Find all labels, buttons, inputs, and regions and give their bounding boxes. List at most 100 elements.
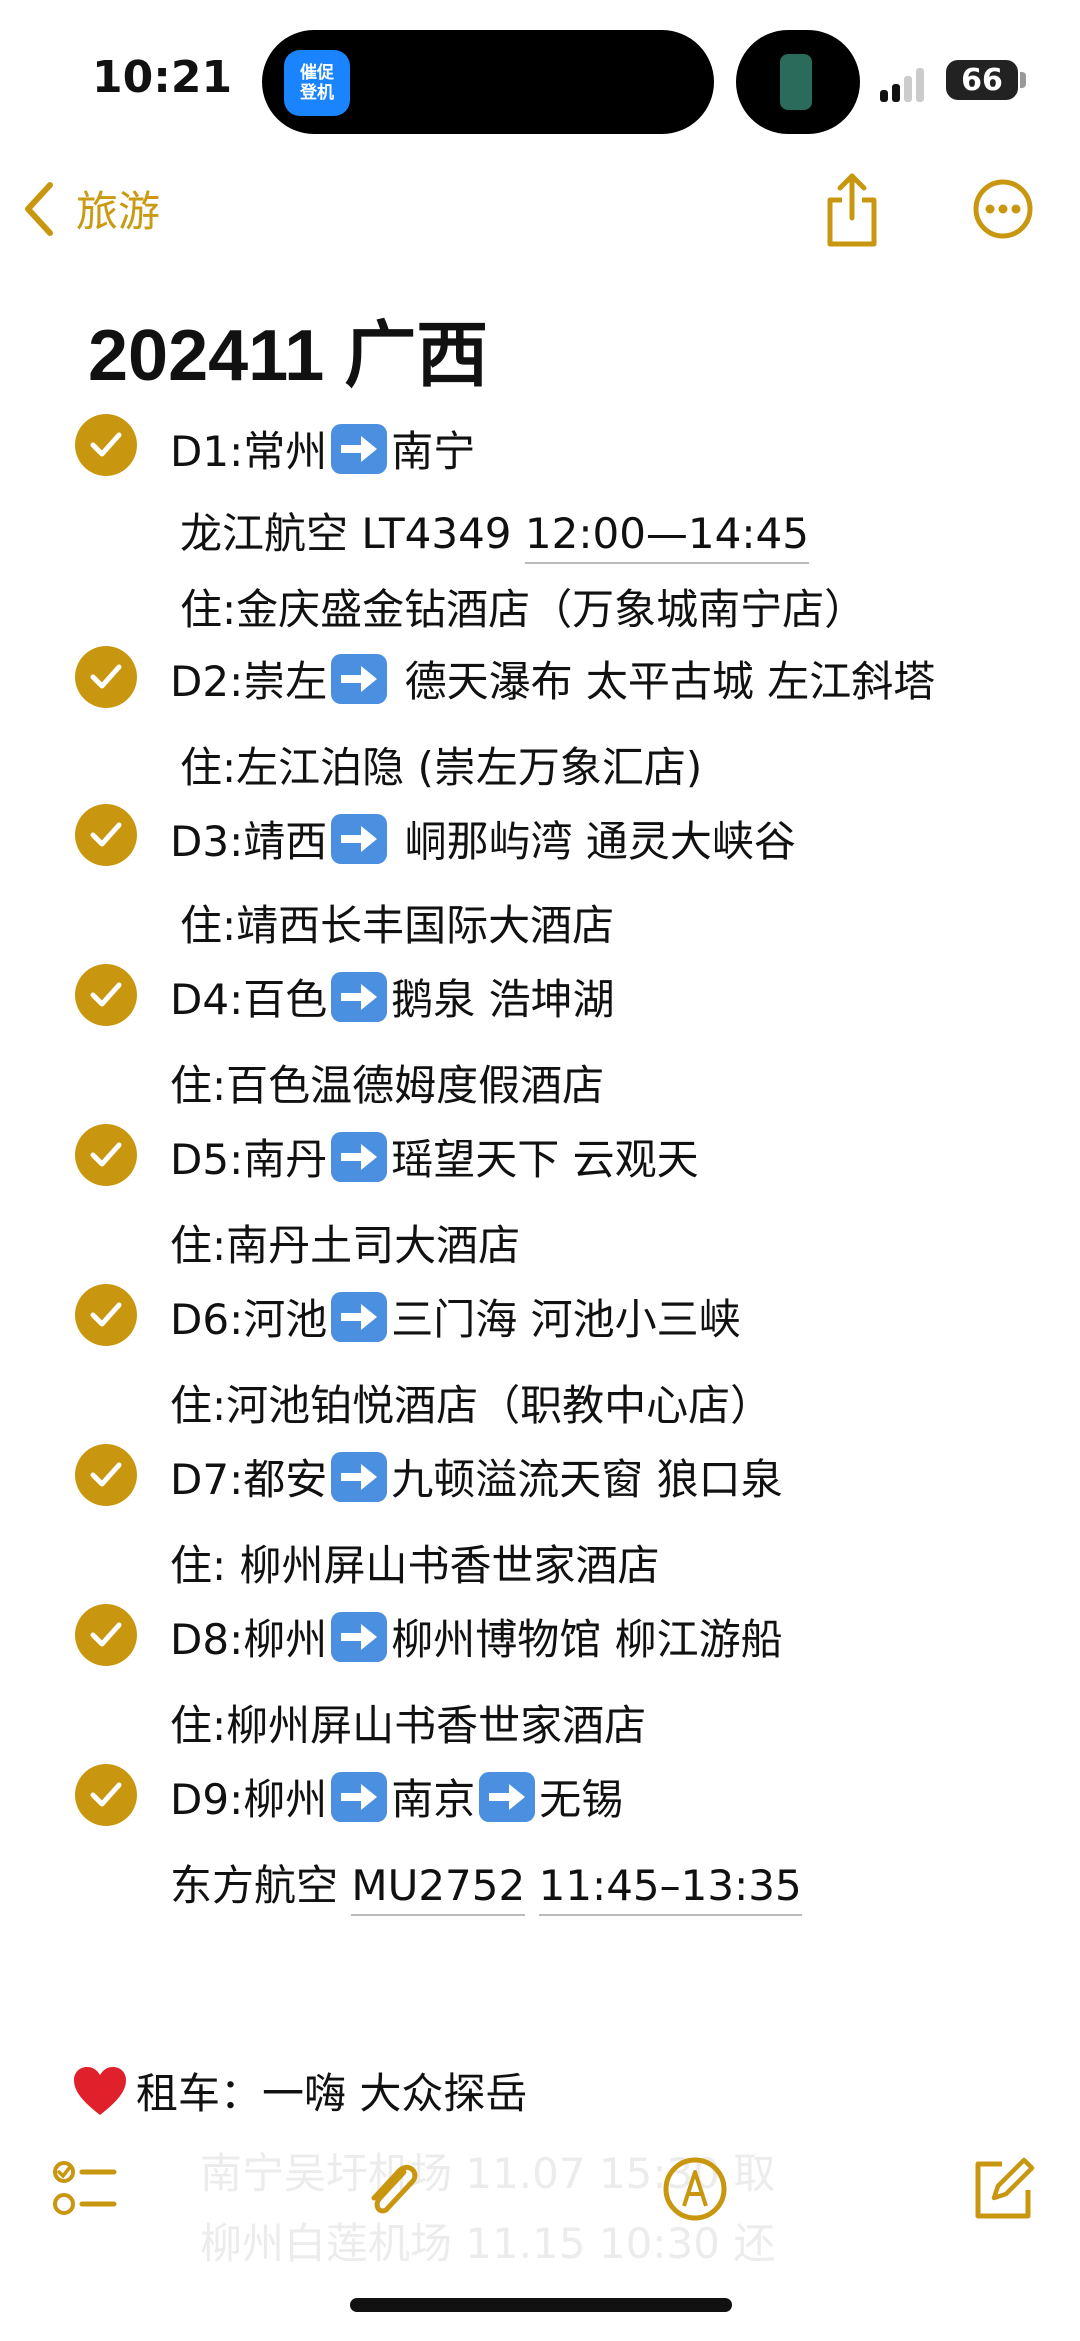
back-button[interactable]: 旅游: [20, 178, 160, 239]
day-origin: D3:靖西: [170, 817, 328, 866]
heart-icon: [74, 2066, 126, 2115]
flight-time-link[interactable]: 11:45–13:35: [538, 1861, 802, 1916]
checkmark-icon: [90, 1462, 122, 1487]
checklist-icon[interactable]: [50, 2154, 120, 2224]
day-detail: 住:百色温德姆度假酒店: [170, 1052, 604, 1113]
boarding-app-icon[interactable]: 催促 登机: [284, 50, 350, 116]
checkmark-icon: [90, 982, 122, 1007]
right-arrow-icon: [331, 972, 388, 1022]
chevron-left-icon: [25, 181, 53, 236]
checkbox-checked[interactable]: [75, 804, 137, 866]
checkmark-icon: [90, 1782, 122, 1807]
checkbox-checked[interactable]: [75, 1444, 137, 1506]
back-label: 旅游: [76, 187, 161, 236]
checkmark-icon: [90, 822, 122, 847]
dynamic-island[interactable]: 催促 登机: [262, 30, 714, 134]
day-detail: 住:左江泊隐 (崇左万象汇店): [180, 734, 702, 795]
right-arrow-icon: [331, 1132, 388, 1182]
day-detail: 住: 柳州屏山书香世家酒店: [170, 1532, 660, 1593]
day-detail: 东方航空 MU2752 11:45–13:35: [170, 1852, 802, 1916]
day-destination: 九顿溢流天窗 狼口泉: [391, 1455, 783, 1504]
flight-info: 东方航空: [170, 1861, 352, 1910]
day-detail: 住:河池铂悦酒店（职教中心店）: [170, 1372, 772, 1433]
status-bar: 10:21 催促 登机 66: [0, 0, 1080, 150]
day-heading: D8:柳州 柳州博物馆 柳江游船: [170, 1606, 783, 1667]
flight-number-link[interactable]: MU2752: [351, 1861, 526, 1916]
day-origin: D6:河池: [170, 1295, 328, 1344]
hotel-info: 住: 柳州屏山书香世家酒店: [170, 1541, 660, 1590]
flight-time-link[interactable]: 12:00—14:45: [524, 509, 809, 564]
day-heading: D6:河池 三门海 河池小三峡: [170, 1286, 741, 1347]
day-detail: 住:金庆盛金钻酒店（万象城南宁店）: [180, 576, 866, 637]
island-app-label-2: 登机: [300, 83, 334, 103]
day-destination: 无锡: [539, 1775, 624, 1824]
cellular-signal-icon: [880, 66, 930, 102]
island-app-label-1: 催促: [300, 63, 334, 83]
rental-text: 租车：一嗨 大众探岳: [136, 2069, 528, 2118]
day-heading: D1:常州 南宁: [170, 418, 475, 479]
checkbox-checked[interactable]: [75, 414, 137, 476]
day-destination: 柳州博物馆 柳江游船: [391, 1615, 783, 1664]
day-heading: D5:南丹 瑶望天下 云观天: [170, 1126, 699, 1187]
day-origin: D8:柳州: [170, 1615, 328, 1664]
checkbox-checked[interactable]: [75, 1764, 137, 1826]
battery-level: 66: [961, 62, 1003, 98]
day-heading: D9:柳州 南京 无锡: [170, 1766, 623, 1827]
day-heading: D3:靖西 峒那屿湾 通灵大峡谷: [170, 808, 796, 869]
right-arrow-icon: [331, 1292, 388, 1342]
right-arrow-icon: [331, 424, 388, 474]
share-icon[interactable]: [822, 170, 882, 250]
right-arrow-icon: [479, 1772, 536, 1822]
hotel-info: 住:河池铂悦酒店（职教中心店）: [170, 1381, 773, 1430]
day-origin: D2:崇左: [170, 657, 328, 706]
checkbox-checked[interactable]: [75, 646, 137, 708]
spacer-text: [525, 1861, 538, 1910]
day-origin: D9:柳州: [170, 1775, 328, 1824]
activity-thumbnail-icon: [780, 54, 812, 110]
bottom-toolbar: [0, 2140, 1080, 2250]
day-heading: D2:崇左 德天瀑布 太平古城 左江斜塔: [170, 648, 935, 709]
note-title: 202411 广西: [88, 316, 489, 396]
hotel-info: 住:左江泊隐 (崇左万象汇店): [180, 743, 703, 792]
home-indicator[interactable]: [350, 2298, 732, 2312]
paperclip-icon[interactable]: [358, 2154, 428, 2224]
checkbox-checked[interactable]: [75, 964, 137, 1026]
hotel-info: 住:柳州屏山书香世家酒店: [170, 1701, 647, 1750]
day-detail: 住:南丹土司大酒店: [170, 1212, 520, 1273]
checkmark-icon: [90, 1622, 122, 1647]
right-arrow-icon: [331, 814, 388, 864]
right-arrow-icon: [331, 1452, 388, 1502]
day-destination: 峒那屿湾 通灵大峡谷: [391, 817, 796, 866]
day-destination: 瑶望天下 云观天: [391, 1135, 699, 1184]
day-destination: 三门海 河池小三峡: [391, 1295, 741, 1344]
checkbox-checked[interactable]: [75, 1124, 137, 1186]
day-destination: 南宁: [391, 427, 476, 476]
ellipsis-circle-icon[interactable]: [972, 178, 1034, 240]
live-activity-pill[interactable]: [736, 30, 860, 134]
day-stopover: 南京: [391, 1775, 476, 1824]
hotel-info: 住:南丹土司大酒店: [170, 1221, 521, 1270]
right-arrow-icon: [331, 1612, 388, 1662]
right-arrow-icon: [331, 654, 388, 704]
day-detail: 住:靖西长丰国际大酒店: [180, 892, 614, 953]
flight-info: 龙江航空 LT4349: [180, 509, 525, 558]
status-time: 10:21: [92, 52, 233, 103]
day-origin: D7:都安: [170, 1455, 328, 1504]
checkmark-icon: [90, 1302, 122, 1327]
checkmark-icon: [90, 432, 122, 457]
checkmark-icon: [90, 1142, 122, 1167]
compose-icon[interactable]: [968, 2154, 1038, 2224]
battery-cap: [1020, 72, 1026, 88]
day-destination: 鹅泉 浩坤湖: [391, 975, 615, 1024]
checkbox-checked[interactable]: [75, 1604, 137, 1666]
day-origin: D5:南丹: [170, 1135, 328, 1184]
markup-pen-icon[interactable]: [660, 2154, 730, 2224]
right-arrow-icon: [331, 1772, 388, 1822]
day-origin: D4:百色: [170, 975, 328, 1024]
checkmark-icon: [90, 664, 122, 689]
checkbox-checked[interactable]: [75, 1284, 137, 1346]
day-heading: D4:百色 鹅泉 浩坤湖: [170, 966, 615, 1027]
rental-line: 租车：一嗨 大众探岳: [72, 2060, 527, 2121]
battery-icon: 66: [946, 60, 1018, 100]
hotel-info: 住:百色温德姆度假酒店: [170, 1061, 605, 1110]
